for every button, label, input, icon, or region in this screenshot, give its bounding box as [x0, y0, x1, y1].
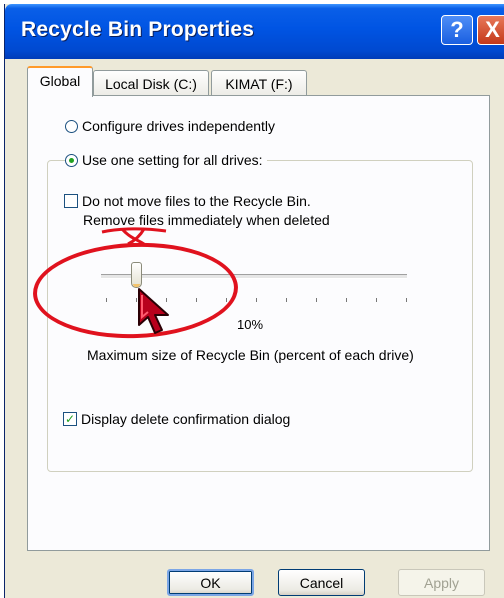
- use-one-setting-label: Use one setting for all drives:: [82, 152, 263, 168]
- configure-independently-radio[interactable]: [65, 119, 78, 133]
- do-not-move-label: Do not move files to the Recycle Bin.: [82, 193, 311, 209]
- apply-button[interactable]: Apply: [398, 569, 485, 596]
- title-bar[interactable]: Recycle Bin Properties ? X: [5, 4, 504, 59]
- slider-tick: [346, 298, 347, 302]
- slider-tick: [376, 298, 377, 302]
- use-one-setting-radio[interactable]: [65, 153, 78, 167]
- annotation-scribble: [101, 227, 167, 246]
- cancel-button[interactable]: Cancel: [278, 569, 365, 596]
- slider-tick: [256, 298, 257, 302]
- do-not-move-checkbox[interactable]: [64, 194, 78, 208]
- help-icon: ?: [450, 17, 464, 42]
- tab-local-disk-c[interactable]: Local Disk (C:): [93, 70, 209, 96]
- size-percent-value: 10%: [237, 317, 264, 332]
- slider-tick: [316, 298, 317, 302]
- confirm-dialog-label: Display delete confirmation dialog: [81, 411, 291, 427]
- tab-global[interactable]: Global: [27, 66, 93, 97]
- do-not-move-option[interactable]: Do not move files to the Recycle Bin.: [64, 193, 311, 209]
- mouse-pointer-icon: [138, 288, 169, 334]
- window-title: Recycle Bin Properties: [21, 18, 255, 41]
- configure-independently-label: Configure drives independently: [82, 118, 276, 134]
- max-size-label: Maximum size of Recycle Bin (percent of …: [87, 347, 414, 363]
- tab-kimat-f[interactable]: KIMAT (F:): [211, 70, 307, 96]
- recycle-bin-properties-window: Recycle Bin Properties ? X Global Local …: [4, 4, 504, 598]
- slider-tick: [286, 298, 287, 302]
- slider-tick: [406, 298, 407, 302]
- tab-global-label: Global: [39, 73, 81, 89]
- configure-independently-option[interactable]: Configure drives independently: [65, 118, 275, 134]
- help-button[interactable]: ?: [441, 15, 473, 45]
- tab-kimat-f-label: KIMAT (F:): [225, 76, 293, 92]
- tab-local-disk-c-label: Local Disk (C:): [105, 76, 197, 92]
- ok-button[interactable]: OK: [167, 569, 254, 596]
- confirm-dialog-option[interactable]: ✓ Display delete confirmation dialog: [63, 411, 290, 427]
- confirm-dialog-checkbox[interactable]: ✓: [63, 412, 77, 426]
- use-one-setting-option[interactable]: Use one setting for all drives:: [65, 152, 267, 168]
- close-button[interactable]: X: [477, 15, 504, 45]
- checkmark-icon: ✓: [64, 412, 76, 426]
- close-icon: X: [485, 17, 500, 42]
